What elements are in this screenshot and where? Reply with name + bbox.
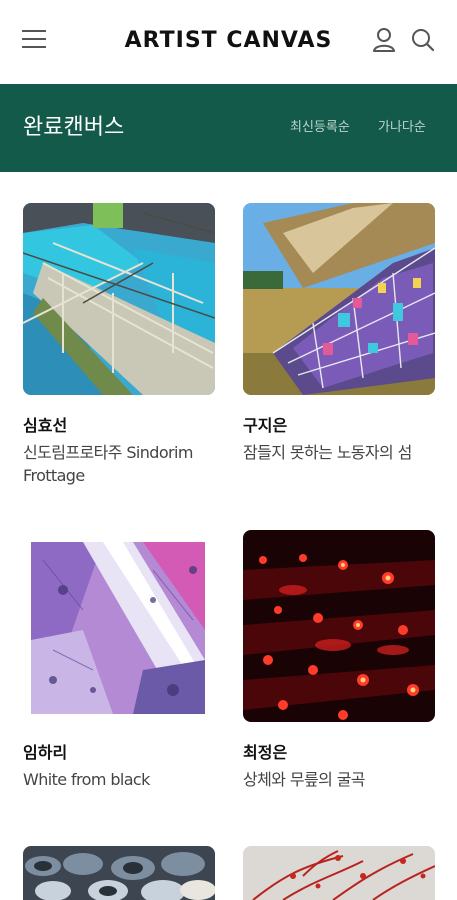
- artwork-thumbnail-abstract[interactable]: [23, 530, 215, 722]
- top-app-bar: ARTIST CANVAS: [0, 0, 457, 84]
- artwork-thumbnail-red-lights[interactable]: [243, 530, 435, 722]
- artwork-title: 잠들지 못하는 노동자의 섬: [243, 443, 412, 462]
- artist-name: 구지은: [243, 416, 288, 435]
- artwork-thumbnail-vessels[interactable]: [23, 846, 215, 900]
- section-banner: 완료캔버스 최신등록순 가나다순: [0, 84, 457, 172]
- artist-name: 임하리: [23, 743, 68, 762]
- search-icon[interactable]: [411, 27, 435, 53]
- artwork-thumbnail-red-branches[interactable]: [243, 846, 435, 900]
- artwork-thumbnail-rooftops[interactable]: [23, 203, 215, 395]
- artwork-title: 신도림프로타주 Sindorim Frottage: [23, 443, 193, 485]
- artwork-title: White from black: [23, 770, 150, 789]
- sort-latest-button[interactable]: 최신등록순: [290, 118, 350, 138]
- artwork-thumbnail-installation[interactable]: [243, 203, 435, 395]
- artist-name: 최정은: [243, 743, 288, 762]
- user-icon[interactable]: [372, 27, 396, 53]
- artist-name: 심효선: [23, 416, 68, 435]
- page-title: 완료캔버스: [23, 115, 125, 140]
- artwork-title: 상체와 무릎의 굴곡: [243, 770, 366, 789]
- sort-alphabetical-button[interactable]: 가나다순: [378, 118, 426, 138]
